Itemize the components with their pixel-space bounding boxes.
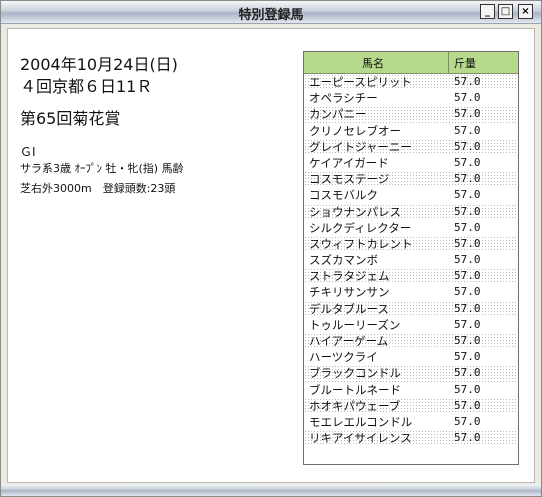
window-title: 特別登録馬 — [238, 8, 304, 23]
column-header-name[interactable]: 馬名 — [362, 55, 384, 71]
horse-name: ケイアイガード — [309, 155, 389, 170]
minimize-button[interactable]: _ — [480, 4, 495, 19]
horse-name: ショウナンパレス — [309, 204, 401, 219]
horse-weight: 57.0 — [454, 253, 481, 267]
horse-list[interactable]: 馬名 斤量 エーピースピリット 57.0 オペラシチー 57.0 カンパニー 57.0 クリ… — [303, 51, 519, 465]
horse-weight: 57.0 — [454, 382, 481, 396]
list-item[interactable]: ブルートルネード 57.0 — [304, 382, 518, 398]
list-item[interactable]: ハーツクライ 57.0 — [304, 349, 518, 365]
horse-name: ブラックコンドル — [309, 366, 401, 381]
horse-name: デルタブルース — [309, 301, 389, 316]
list-item[interactable]: スズカマンボ 57.0 — [304, 252, 518, 268]
list-item[interactable]: デルタブルース 57.0 — [304, 300, 518, 317]
list-item[interactable]: コスモバルク 57.0 — [304, 187, 518, 203]
content-panel: 2004年10月24日(日) ４回京都６日11Ｒ 第65回菊花賞 ＧⅠ サラ系3… — [7, 28, 535, 483]
column-divider[interactable] — [448, 52, 449, 73]
horse-weight: 57.0 — [454, 334, 481, 347]
list-item[interactable]: トゥルーリーズン 57.0 — [304, 317, 518, 333]
horse-name: ホオキパウェーブ — [309, 398, 401, 413]
race-name: 第65回菊花賞 — [20, 109, 121, 128]
list-item[interactable]: ケイアイガード 57.0 — [304, 155, 518, 171]
horse-name: エーピースピリット — [309, 75, 412, 89]
list-item[interactable]: エーピースピリット 57.0 — [304, 74, 518, 91]
horse-weight: 57.0 — [454, 301, 481, 315]
title-bar[interactable]: 特別登録馬 _ □ × — [1, 1, 541, 24]
horse-name: スウィフトカレント — [309, 236, 413, 251]
horse-weight: 57.0 — [454, 204, 481, 218]
list-item[interactable]: モエレエルコンドル 57.0 — [304, 414, 518, 430]
horse-name: ハーツクライ — [309, 350, 378, 365]
horse-weight: 57.0 — [454, 398, 481, 412]
list-item[interactable]: ブラックコンドル 57.0 — [304, 365, 518, 382]
close-button[interactable]: × — [518, 4, 533, 19]
horse-name: ブルートルネード — [309, 382, 401, 397]
list-item[interactable]: スウィフトカレント 57.0 — [304, 235, 518, 253]
horse-name: クリノセレブオー — [309, 123, 401, 138]
horse-weight: 57.0 — [454, 317, 481, 331]
column-header-weight[interactable]: 斤量 — [454, 55, 476, 71]
horse-weight: 57.0 — [454, 75, 481, 88]
horse-name: コスモバルク — [309, 188, 378, 203]
horse-name: リキアイサイレンス — [309, 431, 412, 446]
horse-weight: 57.0 — [454, 220, 481, 234]
horse-name: グレイトジャーニー — [309, 139, 412, 154]
list-item[interactable]: ショウナンパレス 57.0 — [304, 203, 518, 220]
list-item[interactable]: ホオキパウェーブ 57.0 — [304, 397, 518, 414]
horse-name: モエレエルコンドル — [309, 414, 413, 429]
horse-name: トゥルーリーズン — [309, 317, 401, 332]
list-item[interactable]: ハイアーゲーム 57.0 — [304, 333, 518, 350]
list-item[interactable]: リキアイサイレンス 57.0 — [304, 430, 518, 447]
horse-weight: 57.0 — [454, 366, 481, 380]
horse-name: ハイアーゲーム — [309, 334, 389, 348]
horse-name: オペラシチー — [309, 91, 378, 106]
list-item[interactable]: ストラタジェム 57.0 — [304, 268, 518, 285]
horse-weight: 57.0 — [454, 155, 481, 169]
horse-name: カンパニー — [309, 107, 367, 122]
race-grade: ＧⅠ — [20, 145, 36, 159]
horse-name: ストラタジェム — [309, 269, 390, 284]
race-meeting: ４回京都６日11Ｒ — [20, 77, 153, 96]
horse-weight: 57.0 — [454, 123, 481, 137]
horse-weight: 57.0 — [454, 172, 481, 186]
window-bottom-frame — [1, 484, 541, 496]
horse-weight: 57.0 — [454, 236, 481, 250]
horse-weight: 57.0 — [454, 414, 481, 428]
registration-window: 特別登録馬 _ □ × 2004年10月24日(日) ４回京都６日11Ｒ 第65… — [0, 0, 542, 497]
list-item[interactable]: オペラシチー 57.0 — [304, 90, 518, 106]
race-date: 2004年10月24日(日) — [20, 55, 178, 74]
horse-weight: 57.0 — [454, 91, 481, 105]
list-rows: エーピースピリット 57.0 オペラシチー 57.0 カンパニー 57.0 クリノセレブオー… — [304, 74, 518, 447]
horse-weight: 57.0 — [454, 269, 481, 283]
horse-weight: 57.0 — [454, 285, 481, 299]
horse-weight: 57.0 — [454, 188, 481, 202]
list-item[interactable]: コスモステージ 57.0 — [304, 171, 518, 188]
list-item[interactable]: チキリサンサン 57.0 — [304, 284, 518, 300]
horse-weight: 57.0 — [454, 139, 481, 153]
list-header: 馬名 斤量 — [304, 52, 518, 74]
list-item[interactable]: カンパニー 57.0 — [304, 106, 518, 123]
maximize-button[interactable]: □ — [498, 4, 513, 19]
horse-weight: 57.0 — [454, 350, 481, 364]
horse-name: シルクディレクター — [309, 220, 412, 235]
horse-name: コスモステージ — [309, 172, 390, 187]
horse-name: スズカマンボ — [309, 253, 378, 268]
horse-name: チキリサンサン — [309, 285, 390, 300]
race-course: 芝右外3000m 登録頭数:23頭 — [20, 182, 176, 195]
list-item[interactable]: シルクディレクター 57.0 — [304, 220, 518, 236]
list-item[interactable]: クリノセレブオー 57.0 — [304, 123, 518, 139]
horse-weight: 57.0 — [454, 107, 481, 121]
race-conditions: サラ系3歳 ｵｰﾌﾟﾝ 牡・牝(指) 馬齢 — [20, 162, 184, 175]
list-item[interactable]: グレイトジャーニー 57.0 — [304, 138, 518, 155]
horse-weight: 57.0 — [454, 431, 481, 445]
